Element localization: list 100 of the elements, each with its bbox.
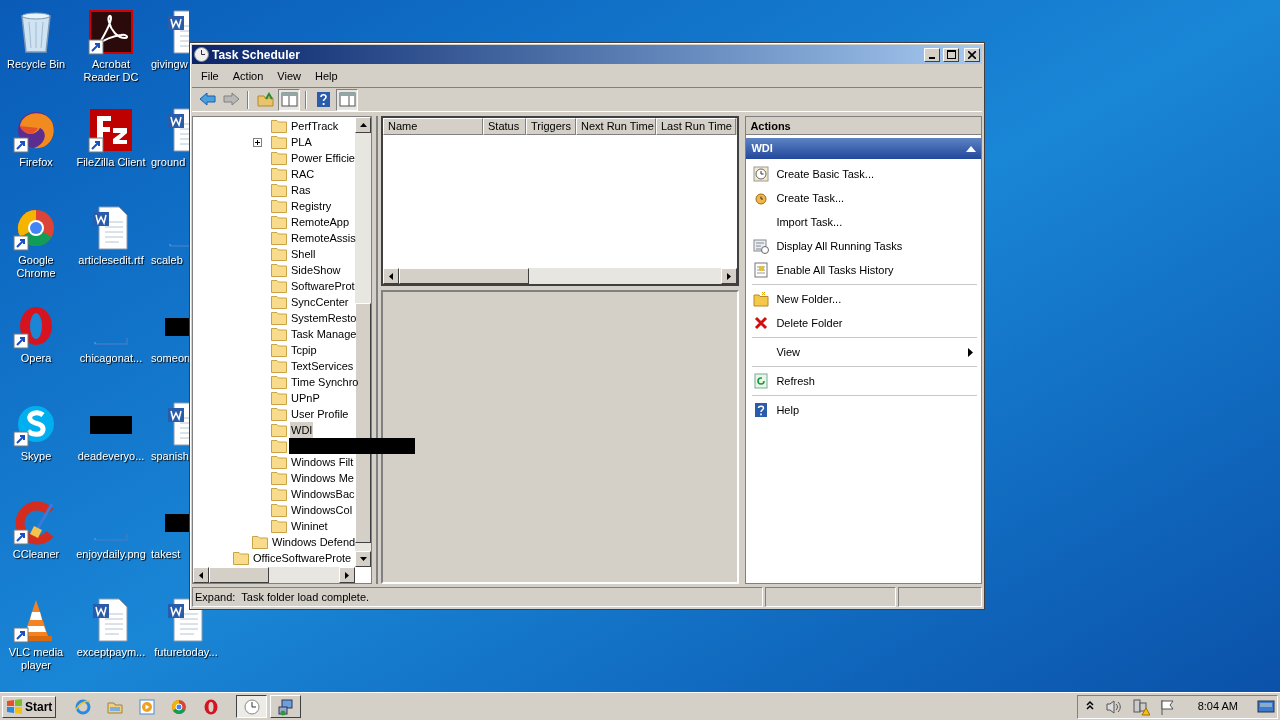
clock-icon[interactable] xyxy=(236,695,268,718)
tree-item[interactable]: TextServices xyxy=(290,357,355,375)
tree-item[interactable]: RemoteAssis xyxy=(290,229,357,247)
folder-icon[interactable] xyxy=(271,167,287,181)
scroll-bar[interactable] xyxy=(193,567,355,583)
tree-item[interactable]: Registry xyxy=(290,197,333,215)
tree-item[interactable]: SyncCenter xyxy=(290,293,350,311)
icon-label[interactable]: Opera xyxy=(0,352,74,365)
folder-icon[interactable] xyxy=(271,503,287,517)
command-item[interactable]: Import Task... xyxy=(750,210,977,234)
folder-icon[interactable] xyxy=(271,119,287,133)
icon-label[interactable]: someon xyxy=(151,352,191,365)
network-warning-icon[interactable] xyxy=(1131,697,1150,716)
command-item[interactable]: Delete Folder xyxy=(750,311,977,335)
icon-label[interactable]: ground xyxy=(151,156,186,169)
column-header[interactable]: Name xyxy=(383,118,483,135)
folder-icon[interactable] xyxy=(233,551,249,565)
command-item[interactable]: Create Task... xyxy=(750,186,977,210)
section-header[interactable]: WDI xyxy=(746,138,981,159)
folder-icon[interactable] xyxy=(271,247,287,261)
tree-item[interactable]: SoftwareProt xyxy=(290,277,356,295)
folder-icon[interactable] xyxy=(271,455,287,469)
command-item[interactable]: Display All Running Tasks xyxy=(750,234,977,258)
tree-item[interactable]: Task Manage xyxy=(290,325,358,343)
icon-label[interactable]: Google Chrome xyxy=(0,254,74,280)
minimize-icon[interactable] xyxy=(924,47,940,62)
network-icon[interactable] xyxy=(270,695,302,718)
folder-icon[interactable] xyxy=(271,519,287,533)
icon-label[interactable]: chicagonat... xyxy=(73,352,149,365)
icon-label[interactable]: exceptpaym... xyxy=(73,646,149,659)
folder-icon[interactable] xyxy=(271,295,287,309)
icon-label[interactable]: enjoydaily.png xyxy=(73,548,149,561)
folder-icon[interactable] xyxy=(271,375,287,389)
column-header[interactable]: Last Run Time xyxy=(656,118,736,135)
folder-icon[interactable] xyxy=(271,135,287,149)
folder-icon[interactable] xyxy=(271,407,287,421)
tree-item[interactable]: UPnP xyxy=(290,389,321,407)
folder-icon[interactable] xyxy=(271,199,287,213)
tree-item[interactable]: Shell xyxy=(290,245,317,263)
close-icon[interactable] xyxy=(964,47,980,62)
show-desktop-icon[interactable] xyxy=(1257,697,1275,716)
tree-item[interactable]: SideShow xyxy=(290,261,342,279)
command-item[interactable]: Refresh xyxy=(750,369,977,393)
icon-label[interactable]: givingw xyxy=(151,58,188,71)
folder-icon[interactable] xyxy=(271,391,287,405)
tree-item[interactable]: PerfTrack xyxy=(290,117,340,135)
tree-item[interactable]: WDI xyxy=(290,421,314,439)
pane-icon[interactable] xyxy=(278,88,300,111)
menu-item[interactable]: Action xyxy=(225,67,271,86)
menu-item[interactable]: View xyxy=(270,67,308,86)
tree-item[interactable]: SystemResto xyxy=(290,309,358,327)
icon-label[interactable]: takest xyxy=(151,548,181,561)
icon-label[interactable]: spanish xyxy=(151,450,189,463)
icon-label[interactable]: futuretoday... xyxy=(148,646,224,659)
folder-icon[interactable] xyxy=(271,327,287,341)
folder-icon[interactable] xyxy=(271,279,287,293)
folder-icon[interactable] xyxy=(271,183,287,197)
tree-item[interactable]: Time Synchro xyxy=(290,373,360,391)
tree-item[interactable]: Windows Me xyxy=(290,469,355,487)
icon-label[interactable]: Recycle Bin xyxy=(0,58,74,71)
folder-icon[interactable] xyxy=(271,263,287,277)
tree-item[interactable]: PLA xyxy=(290,133,313,151)
folder-icon[interactable] xyxy=(271,311,287,325)
browser-icon[interactable] xyxy=(74,697,93,716)
icon-label[interactable]: Skype xyxy=(0,450,74,463)
scroll-bar[interactable] xyxy=(383,268,738,284)
expand-icon[interactable] xyxy=(253,137,262,147)
folder-icon[interactable] xyxy=(271,487,287,501)
icon-label[interactable]: Acrobat Reader DC xyxy=(73,58,149,84)
icon-label[interactable]: deadeveryo... xyxy=(73,450,149,463)
column-header[interactable]: Status xyxy=(483,118,526,135)
speaker-icon[interactable] xyxy=(1104,697,1123,716)
command-item[interactable]: Help xyxy=(750,398,977,422)
icon-label[interactable]: VLC media player xyxy=(0,646,74,672)
column-header[interactable]: Next Run Time xyxy=(576,118,656,135)
folder-icon[interactable] xyxy=(271,215,287,229)
start-button[interactable]: Start xyxy=(2,695,57,718)
icon-label[interactable]: FileZilla Client xyxy=(73,156,149,169)
column-header[interactable]: Triggers xyxy=(526,118,576,135)
command-item[interactable]: View xyxy=(750,340,977,364)
icon-label[interactable]: articlesedit.rtf xyxy=(73,254,149,267)
folder-icon[interactable] xyxy=(271,471,287,485)
folder-icon[interactable] xyxy=(271,423,287,437)
tree-item[interactable]: WindowsBac xyxy=(290,485,356,503)
folder-icon[interactable] xyxy=(252,535,268,549)
tree-item[interactable]: OfficeSoftwareProte xyxy=(252,549,353,567)
folder-icon[interactable] xyxy=(271,343,287,357)
icon-label[interactable]: Firefox xyxy=(0,156,74,169)
tree-item[interactable]: Windows Defend xyxy=(271,533,357,551)
tree-item[interactable]: User Profile xyxy=(290,405,350,423)
folder-icon[interactable] xyxy=(271,439,287,453)
collapse-icon[interactable] xyxy=(966,145,976,152)
tree-item[interactable]: RAC xyxy=(290,165,316,183)
tree-item[interactable]: Ras xyxy=(290,181,312,199)
folder-icon[interactable] xyxy=(271,151,287,165)
maximize-icon[interactable] xyxy=(943,47,959,62)
folder-icon[interactable] xyxy=(271,231,287,245)
tree-item[interactable]: Windows Filt xyxy=(290,453,355,471)
icon-label[interactable]: CCleaner xyxy=(0,548,74,561)
menu-item[interactable]: File xyxy=(194,67,226,86)
